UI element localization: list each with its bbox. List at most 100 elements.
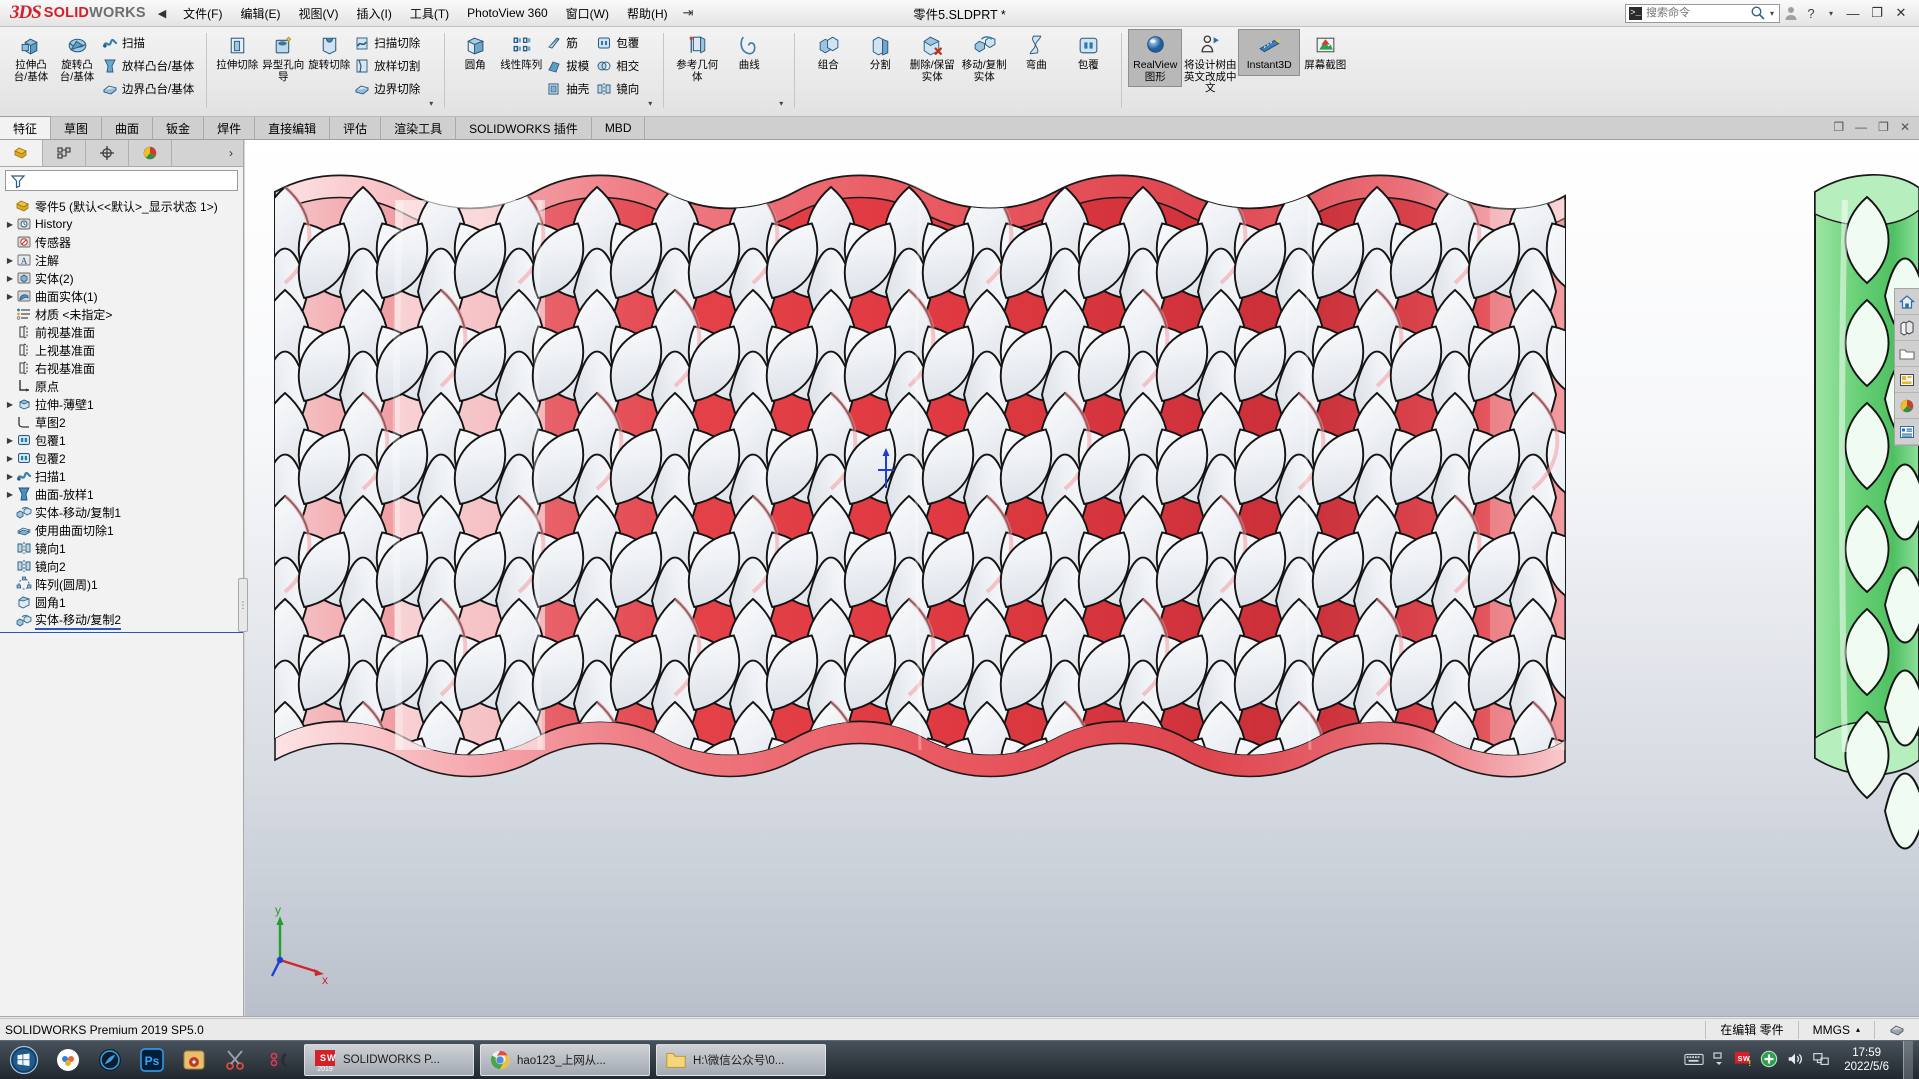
tray-network-icon[interactable] — [1812, 1050, 1830, 1071]
feature-tree-tab[interactable] — [0, 140, 43, 166]
search-caret-icon[interactable]: ▾ — [1770, 9, 1774, 18]
tree-item-surface-bodies[interactable]: ▶ 曲面实体(1) — [0, 287, 243, 305]
tree-item-solid-bodies[interactable]: ▶ 实体(2) — [0, 269, 243, 287]
tab-surfaces[interactable]: 曲面 — [102, 117, 154, 139]
tree-item-sketch2[interactable]: 草图2 — [0, 413, 243, 431]
tray-keyboard-icon[interactable] — [1684, 1052, 1704, 1069]
property-manager-tab[interactable] — [43, 140, 86, 166]
draft-button[interactable]: 拔模 — [544, 55, 594, 77]
task-pane-resources-button[interactable] — [1895, 289, 1919, 315]
menu-item-edit[interactable]: 编辑(E) — [232, 1, 290, 26]
menu-item-help[interactable]: 帮助(H) — [618, 1, 677, 26]
loft-cut-button[interactable]: 放样切割 — [352, 55, 425, 77]
close-button[interactable]: ✕ — [1890, 3, 1912, 23]
tree-item-surface-loft1[interactable]: ▶ 曲面-放样1 — [0, 485, 243, 503]
doc-close-button[interactable]: ✕ — [1897, 120, 1913, 134]
graphics-area[interactable]: ▾ ▾ ▾ — [245, 140, 1919, 1016]
wrap2-expander-icon[interactable]: ▶ — [4, 454, 16, 463]
menu-item-view[interactable]: 视图(V) — [290, 1, 348, 26]
menu-item-file[interactable]: 文件(F) — [174, 1, 231, 26]
tree-item-fillet1[interactable]: 圆角1 — [0, 593, 243, 611]
menu-item-photoview360[interactable]: PhotoView 360 — [458, 2, 557, 24]
tab-mbd[interactable]: MBD — [591, 117, 646, 139]
tree-item-move-copy2[interactable]: 实体-移动/复制2 — [0, 611, 243, 630]
annotations-expander-icon[interactable]: ▶ — [4, 256, 16, 265]
instant3d-button[interactable]: Instant3D — [1238, 29, 1301, 76]
boundary-cut-button[interactable]: 边界切除 — [352, 78, 425, 100]
green-panel-body[interactable] — [1814, 173, 1919, 850]
tree-item-annotations[interactable]: ▶ A 注解 — [0, 251, 243, 269]
tray-update-icon[interactable] — [1760, 1050, 1778, 1071]
wrap-button-2[interactable]: 包覆 — [1062, 30, 1114, 75]
quick-launch-cloud[interactable] — [48, 1042, 88, 1078]
taskbar-window-solidworks[interactable]: S W 2019 SOLIDWORKS P... — [304, 1044, 474, 1076]
tree-item-mirror1[interactable]: 镜向1 — [0, 539, 243, 557]
tree-item-extrude-thin1[interactable]: ▶ 拉伸-薄壁1 — [0, 395, 243, 413]
help-caret-icon[interactable]: ▾ — [1822, 3, 1840, 23]
panel-resize-grip[interactable]: ⋮ — [238, 578, 248, 632]
taskbar-window-browser[interactable]: hao123_上网从... — [480, 1044, 650, 1076]
tree-item-sensors[interactable]: 传感器 — [0, 233, 243, 251]
tab-render-tools[interactable]: 渲染工具 — [381, 117, 457, 139]
tree-item-top-plane[interactable]: 上视基准面 — [0, 341, 243, 359]
doc-restore-small-button[interactable]: ❐ — [1830, 120, 1847, 134]
feature-tree-filter[interactable] — [5, 170, 238, 191]
reference-caret-icon[interactable]: ▾ — [775, 99, 787, 108]
revolve-cut-button[interactable]: 旋转切除 — [306, 30, 352, 75]
red-panel-body[interactable] — [245, 168, 1612, 850]
task-pane-design-library-button[interactable] — [1895, 315, 1919, 341]
taskbar-window-folder[interactable]: H:\微信公众号\0... — [656, 1044, 826, 1076]
task-pane-view-palette-button[interactable] — [1895, 367, 1919, 393]
tab-sheetmetal[interactable]: 钣金 — [153, 117, 205, 139]
task-pane-file-explorer-button[interactable] — [1895, 341, 1919, 367]
surface-bodies-expander-icon[interactable]: ▶ — [4, 292, 16, 301]
sweep-button[interactable]: 扫描 — [100, 32, 199, 54]
tree-item-sweep1[interactable]: ▶ 扫描1 — [0, 467, 243, 485]
extrude-cut-button[interactable]: 拉伸切除 — [214, 30, 260, 75]
screen-capture-button[interactable]: 屏幕截图 — [1299, 30, 1351, 75]
surface-loft-expander-icon[interactable]: ▶ — [4, 490, 16, 499]
rib-button[interactable]: 筋 — [544, 32, 594, 54]
doc-maximize-button[interactable]: ❐ — [1875, 120, 1892, 134]
quick-launch-browser[interactable] — [90, 1042, 130, 1078]
curves-button[interactable]: 曲线 — [723, 30, 775, 75]
status-overlay-icon-wrap[interactable] — [1874, 1020, 1919, 1039]
delete-keep-body-button[interactable]: 删除/保留实体 — [906, 30, 958, 86]
revolve-boss-button[interactable]: 旋转凸台/基体 — [54, 30, 100, 86]
tree-item-cut-with-surface1[interactable]: 使用曲面切除1 — [0, 521, 243, 539]
quick-launch-oc[interactable] — [258, 1042, 298, 1078]
search-icon[interactable] — [1750, 5, 1766, 21]
doc-minimize-button[interactable]: — — [1852, 120, 1870, 134]
move-copy-body-button[interactable]: 移动/复制实体 — [958, 30, 1010, 86]
sweep-cut-button[interactable]: 扫描切除 — [352, 32, 425, 54]
boundary-boss-button[interactable]: 边界凸台/基体 — [100, 78, 199, 100]
start-button[interactable] — [2, 1042, 46, 1078]
tab-weldments[interactable]: 焊件 — [204, 117, 256, 139]
show-desktop-button[interactable] — [1903, 1040, 1913, 1079]
tree-item-material[interactable]: 材质 <未指定> — [0, 305, 243, 323]
tree-item-circular-pattern1[interactable]: 阵列(圆周)1 — [0, 575, 243, 593]
tree-item-right-plane[interactable]: 右视基准面 — [0, 359, 243, 377]
realview-graphics-button[interactable]: RealView 图形 — [1128, 29, 1183, 87]
hole-wizard-button[interactable]: 异型孔向导 — [260, 30, 306, 86]
command-search-box[interactable]: >_ ▾ — [1625, 3, 1780, 23]
quick-launch-photoshop[interactable]: Ps — [132, 1042, 172, 1078]
extrude-thin-expander-icon[interactable]: ▶ — [4, 400, 16, 409]
extrude-boss-button[interactable]: 拉伸凸台/基体 — [8, 30, 54, 86]
shell-button[interactable]: 抽壳 — [544, 78, 594, 100]
flex-button[interactable]: 弯曲 — [1010, 30, 1062, 75]
translate-tree-button[interactable]: 将设计树由英文改成中文 — [1181, 30, 1239, 98]
tray-overflow-icon[interactable] — [1712, 1051, 1726, 1070]
configuration-manager-tab[interactable] — [86, 140, 129, 166]
help-button[interactable]: ? — [1802, 3, 1820, 23]
features-caret-icon[interactable]: ▾ — [644, 99, 656, 108]
tab-sketch[interactable]: 草图 — [51, 117, 103, 139]
menu-item-insert[interactable]: 插入(I) — [348, 1, 401, 26]
tray-solidworks-icon[interactable]: S W! — [1734, 1050, 1752, 1071]
intersect-button[interactable]: 相交 — [594, 55, 644, 77]
mirror-button[interactable]: 镜向 — [594, 78, 644, 100]
loft-boss-button[interactable]: 放样凸台/基体 — [100, 55, 199, 77]
menu-back-arrow-icon[interactable]: ◀ — [154, 7, 174, 20]
tree-item-move-copy1[interactable]: 实体-移动/复制1 — [0, 503, 243, 521]
quick-launch-media[interactable] — [174, 1042, 214, 1078]
